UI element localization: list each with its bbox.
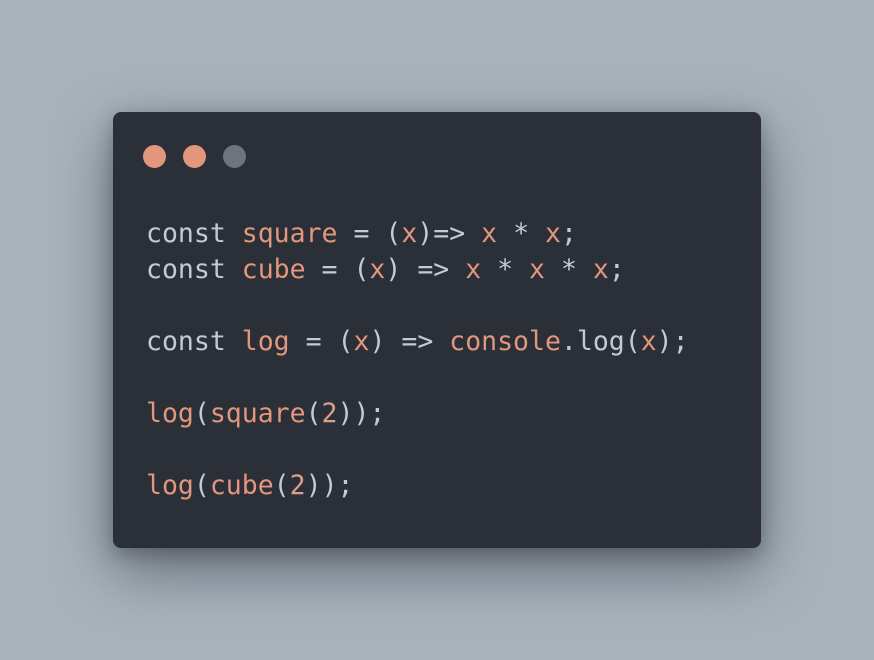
- code-token: (: [385, 218, 402, 249]
- code-token: console: [449, 326, 561, 357]
- code-token: 2: [289, 470, 306, 501]
- code-token: =: [337, 218, 386, 249]
- code-token: ));: [305, 470, 354, 501]
- code-token: x: [640, 326, 657, 357]
- code-token: (: [353, 254, 370, 285]
- code-line: ​: [146, 360, 689, 396]
- code-token: square: [209, 398, 306, 429]
- code-token: =: [305, 254, 354, 285]
- code-token: (: [337, 326, 354, 357]
- code-token: x: [369, 254, 386, 285]
- code-token: const: [146, 218, 226, 249]
- code-token: x: [529, 254, 545, 285]
- code-token: =>: [401, 254, 466, 285]
- close-button[interactable]: [143, 145, 166, 168]
- code-token: x: [481, 218, 498, 249]
- code-token: (: [273, 470, 290, 501]
- code-line: const log = (x) => console.log(x);: [146, 324, 689, 360]
- code-token: ): [417, 218, 434, 249]
- code-line: const cube = (x) => x * x * x;: [146, 252, 689, 288]
- code-token: *: [545, 254, 593, 285]
- maximize-button[interactable]: [223, 145, 246, 168]
- code-token: *: [497, 218, 545, 249]
- code-token: );: [656, 326, 689, 357]
- code-token: .log(: [560, 326, 641, 357]
- code-line: ​: [146, 432, 689, 468]
- code-window: const square = (x)=> x * x; const cube = …: [113, 112, 761, 548]
- code-line: const square = (x)=> x * x;: [146, 216, 689, 252]
- code-block: const square = (x)=> x * x; const cube = …: [146, 216, 689, 504]
- code-token: x: [353, 326, 370, 357]
- code-token: (: [193, 470, 210, 501]
- code-line: log(square(2));: [146, 396, 689, 432]
- window-controls: [143, 145, 246, 168]
- code-token: ;: [608, 254, 625, 285]
- code-token: (: [305, 398, 322, 429]
- code-token: cube: [241, 254, 306, 285]
- code-token: ));: [337, 398, 386, 429]
- code-token: =>: [385, 326, 450, 357]
- code-line: log(cube(2));: [146, 468, 689, 504]
- code-token: const: [146, 326, 226, 357]
- minimize-button[interactable]: [183, 145, 206, 168]
- code-token: const: [146, 254, 226, 285]
- code-token: x: [545, 218, 561, 249]
- code-token: ): [385, 254, 402, 285]
- code-token: ;: [560, 218, 577, 249]
- code-token: log: [146, 398, 194, 429]
- code-token: log: [241, 326, 290, 357]
- code-token: x: [592, 254, 609, 285]
- code-token: *: [481, 254, 530, 285]
- code-token: x: [465, 254, 482, 285]
- code-token: log: [146, 470, 194, 501]
- code-token: cube: [209, 470, 274, 501]
- code-token: square: [241, 218, 338, 249]
- code-token: x: [401, 218, 418, 249]
- code-token: 2: [321, 398, 338, 429]
- code-token: =: [289, 326, 338, 357]
- code-line: ​: [146, 288, 689, 324]
- code-token: (: [193, 398, 210, 429]
- code-token: =>: [433, 218, 466, 249]
- code-token: ): [369, 326, 386, 357]
